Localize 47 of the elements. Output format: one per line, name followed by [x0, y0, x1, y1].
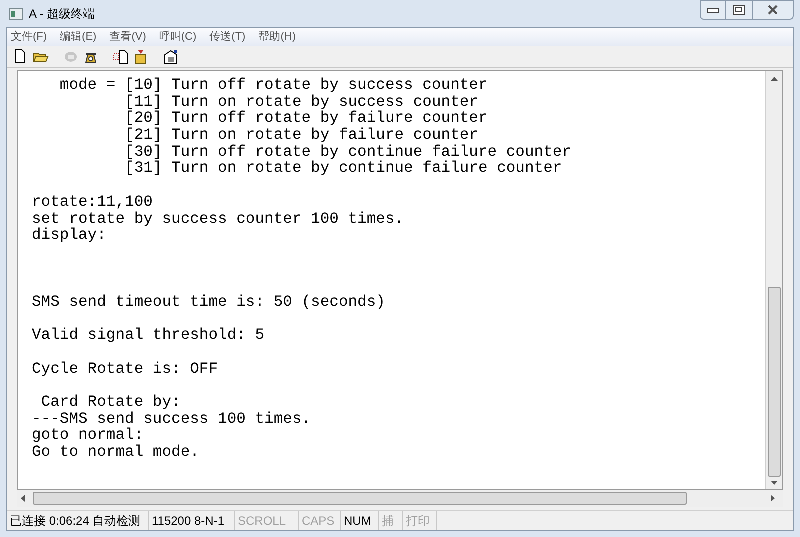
- terminal-line: Go to normal mode.: [32, 444, 200, 461]
- terminal-line: Card Rotate by:: [40, 394, 181, 411]
- menu-item[interactable]: 帮助(H): [258, 28, 296, 46]
- status-field: NUM: [341, 511, 379, 530]
- menu-item[interactable]: 编辑(E): [60, 28, 97, 46]
- terminal-line: [31] Turn on rotate by continue failure counter: [124, 160, 562, 178]
- status-field: 捕: [379, 511, 403, 530]
- menu-item[interactable]: 传送(T): [210, 28, 246, 46]
- status-field: 已连接 0:06:24 自动检测: [7, 511, 149, 530]
- status-field: 115200 8-N-1: [149, 511, 235, 530]
- terminal-line: SMS send timeout time is: 50 (seconds): [32, 294, 386, 311]
- terminal-line: set rotate by success counter 100 times.: [32, 210, 404, 228]
- terminal-line: [21] Turn on rotate by failure counter: [124, 127, 478, 144]
- minimize-icon: [707, 8, 719, 12]
- scroll-right-arrow-icon[interactable]: [771, 495, 775, 502]
- maximize-button[interactable]: [726, 0, 752, 20]
- terminal-line: mode = [10] Turn off rotate by success counter: [58, 77, 488, 94]
- terminal-line: [20] Turn off rotate by failure counter: [124, 110, 488, 128]
- status-field: SCROLL: [235, 511, 299, 530]
- terminal-line: [30] Turn off rotate by continue failure counter: [124, 144, 572, 160]
- maximize-icon: [733, 5, 745, 15]
- status-field: CAPS: [299, 511, 341, 530]
- terminal-line: Valid signal threshold: 5: [32, 327, 265, 344]
- terminal-line: rotate:11,100: [32, 194, 153, 210]
- menu-item[interactable]: 查看(V): [110, 28, 146, 46]
- terminal-line: goto normal:: [32, 427, 144, 444]
- terminal-line: ---SMS send success 100 times.: [32, 410, 312, 428]
- app-icon: [9, 8, 23, 20]
- scroll-thumb[interactable]: [33, 492, 687, 505]
- minimize-button[interactable]: [700, 0, 726, 20]
- status-field: 打印: [403, 511, 437, 530]
- scroll-left-arrow-icon[interactable]: [21, 495, 25, 502]
- scroll-up-arrow-icon[interactable]: [770, 77, 778, 81]
- receive-file-icon[interactable]: [133, 48, 149, 64]
- close-button[interactable]: [752, 0, 794, 20]
- terminal-line: display:: [32, 227, 106, 244]
- terminal-line: Cycle Rotate is: OFF: [32, 360, 218, 378]
- scroll-thumb[interactable]: [768, 287, 780, 477]
- properties-icon[interactable]: [163, 48, 179, 64]
- close-icon: [767, 5, 779, 15]
- window-title: A - 超级终端: [29, 6, 96, 22]
- scroll-down-arrow-icon[interactable]: [770, 481, 778, 485]
- menu-item[interactable]: 呼叫(C): [159, 28, 197, 46]
- send-file-icon[interactable]: [113, 48, 129, 64]
- terminal-line: [11] Turn on rotate by success counter: [124, 94, 478, 110]
- vertical-scrollbar[interactable]: [765, 71, 782, 489]
- menu-item[interactable]: 文件(F): [11, 28, 48, 46]
